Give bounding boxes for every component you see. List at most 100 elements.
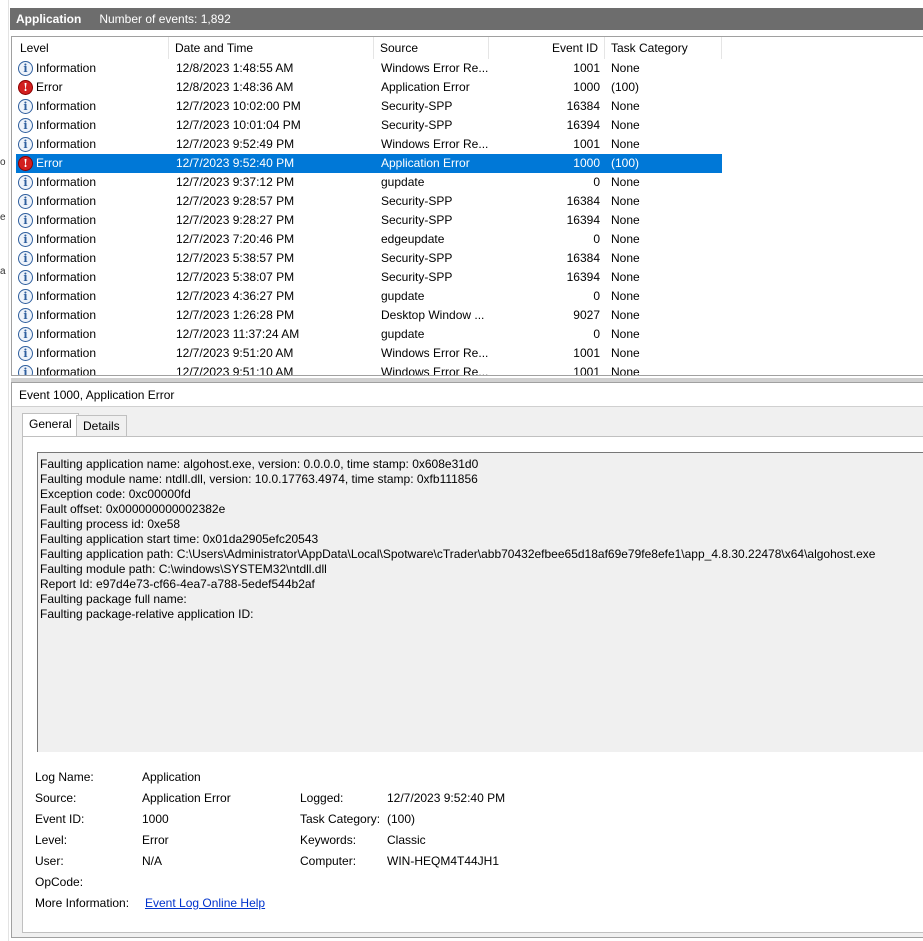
computer-value: WIN-HEQM4T44JH1 [387, 854, 500, 868]
level-cell: Information [36, 194, 97, 208]
datetime-cell: 12/7/2023 1:26:28 PM [176, 308, 295, 322]
table-row[interactable]: i Information 12/7/2023 9:52:49 PM Windows … [16, 135, 722, 154]
datetime-cell: 12/7/2023 11:37:24 AM [176, 327, 300, 341]
level-cell: Information [36, 232, 97, 246]
source-cell: Security-SPP [381, 118, 453, 132]
level-cell: Information [36, 365, 97, 376]
table-row[interactable]: i Information 12/8/2023 1:48:55 AM Windows … [16, 59, 722, 78]
event-id-cell: 16394 [566, 118, 600, 132]
source-cell: Security-SPP [381, 213, 453, 227]
table-row[interactable]: i Information 12/7/2023 4:36:27 PM gupdate 0… [16, 287, 722, 306]
info-icon: i [18, 289, 33, 304]
datetime-cell: 12/8/2023 1:48:55 AM [176, 61, 294, 75]
info-icon: i [18, 327, 33, 342]
task-category-cell: None [611, 213, 640, 227]
source-cell: Windows Error Re... [381, 346, 489, 360]
level-cell: Information [36, 213, 97, 227]
task-category-cell: None [611, 289, 640, 303]
level-cell: Information [36, 346, 97, 360]
event-id-cell: 16394 [566, 213, 600, 227]
level-cell: Information [36, 118, 97, 132]
description-line: Report Id: e97d4e73-cf66-4ea7-a788-5edef… [40, 577, 315, 591]
level-cell: Information [36, 175, 97, 189]
events-table[interactable]: Level Date and Time Source Event ID Task… [11, 36, 923, 376]
level-cell: Information [36, 289, 97, 303]
event-id-cell: 0 [593, 327, 600, 341]
source-cell: Security-SPP [381, 99, 453, 113]
event-log-online-help-link[interactable]: Event Log Online Help [145, 893, 265, 914]
description-line: Faulting process id: 0xe58 [40, 517, 181, 531]
table-row[interactable]: i Information 12/7/2023 9:37:12 PM gupdate 0… [16, 173, 722, 192]
table-row[interactable]: i Information 12/7/2023 9:28:27 PM Security… [16, 211, 722, 230]
table-row[interactable]: i Information 12/7/2023 9:28:57 PM Security… [16, 192, 722, 211]
datetime-cell: 12/7/2023 9:28:57 PM [176, 194, 295, 208]
info-icon: i [18, 99, 33, 114]
source-cell: Security-SPP [381, 194, 453, 208]
task-category-cell: None [611, 137, 640, 151]
column-header-source[interactable]: Source [374, 37, 489, 59]
task-category-cell: None [611, 365, 640, 376]
event-id-cell: 16384 [566, 194, 600, 208]
task-category-cell: None [611, 308, 640, 322]
event-detail-pane: Event 1000, Application Error General De… [11, 382, 923, 938]
description-line: Faulting application name: algohost.exe,… [40, 457, 479, 471]
event-properties: Log Name: Application Source: Applicatio… [23, 767, 923, 927]
event-id-cell: 1000 [573, 80, 600, 94]
table-row[interactable]: i Information 12/7/2023 1:26:28 PM Desktop … [16, 306, 722, 325]
info-icon: i [18, 251, 33, 266]
column-header-level[interactable]: Level [14, 37, 169, 59]
info-icon: i [18, 175, 33, 190]
log-title-bar: Application Number of events: 1,892 [10, 8, 923, 30]
task-category-cell: None [611, 99, 640, 113]
table-row[interactable]: ! Error 12/7/2023 9:52:40 PM Application Er… [16, 154, 722, 173]
event-id-cell: 0 [593, 232, 600, 246]
datetime-cell: 12/7/2023 9:51:20 AM [176, 346, 294, 360]
info-icon: i [18, 232, 33, 247]
table-row[interactable]: i Information 12/7/2023 5:38:07 PM Security… [16, 268, 722, 287]
table-row[interactable]: i Information 12/7/2023 7:20:46 PM edgeupda… [16, 230, 722, 249]
more-info-label: More Information: [35, 896, 130, 910]
left-pane-edge: o e a [0, 0, 9, 941]
table-row[interactable]: i Information 12/7/2023 9:51:20 AM Windows … [16, 344, 722, 363]
event-description[interactable]: Faulting application name: algohost.exe,… [37, 452, 923, 752]
event-id-cell: 1001 [573, 346, 600, 360]
error-icon: ! [18, 156, 33, 171]
info-icon: i [18, 270, 33, 285]
tab-details[interactable]: Details [76, 415, 127, 437]
description-line: Faulting package full name: [40, 592, 187, 606]
opcode-label: OpCode: [35, 875, 84, 889]
description-line: Faulting package-relative application ID… [40, 607, 254, 621]
description-line: Faulting module path: C:\windows\SYSTEM3… [40, 562, 327, 576]
event-id-cell: 0 [593, 289, 600, 303]
column-header-datetime[interactable]: Date and Time [169, 37, 374, 59]
user-label: User: [35, 854, 64, 868]
datetime-cell: 12/7/2023 4:36:27 PM [176, 289, 295, 303]
datetime-cell: 12/7/2023 9:37:12 PM [176, 175, 295, 189]
task-category-cell: None [611, 251, 640, 265]
column-header-event-id[interactable]: Event ID [489, 37, 605, 59]
datetime-cell: 12/7/2023 9:28:27 PM [176, 213, 295, 227]
level-cell: Information [36, 137, 97, 151]
event-id-cell: 16394 [566, 270, 600, 284]
task-category-cell: (100) [611, 80, 640, 94]
task-category-value: (100) [387, 812, 416, 826]
column-header-task-category[interactable]: Task Category [605, 37, 722, 59]
tab-general[interactable]: General [22, 413, 79, 437]
table-row[interactable]: ! Error 12/8/2023 1:48:36 AM Application Er… [16, 78, 722, 97]
datetime-cell: 12/7/2023 5:38:07 PM [176, 270, 295, 284]
description-line: Faulting module name: ntdll.dll, version… [40, 472, 478, 486]
info-icon: i [18, 213, 33, 228]
source-cell: edgeupdate [381, 232, 445, 246]
table-row[interactable]: i Information 12/7/2023 10:01:04 PM Securit… [16, 116, 722, 135]
event-id-cell: 1001 [573, 365, 600, 376]
info-icon: i [18, 118, 33, 133]
table-row[interactable]: i Information 12/7/2023 9:51:10 AM Windows … [16, 363, 722, 376]
event-id-cell: 0 [593, 175, 600, 189]
source-cell: Desktop Window ... [381, 308, 485, 322]
level-label: Level: [35, 833, 68, 847]
table-row[interactable]: i Information 12/7/2023 10:02:00 PM Securit… [16, 97, 722, 116]
table-row[interactable]: i Information 12/7/2023 5:38:57 PM Security… [16, 249, 722, 268]
table-row[interactable]: i Information 12/7/2023 11:37:24 AM gupdate… [16, 325, 722, 344]
source-cell: gupdate [381, 327, 425, 341]
source-cell: gupdate [381, 289, 425, 303]
